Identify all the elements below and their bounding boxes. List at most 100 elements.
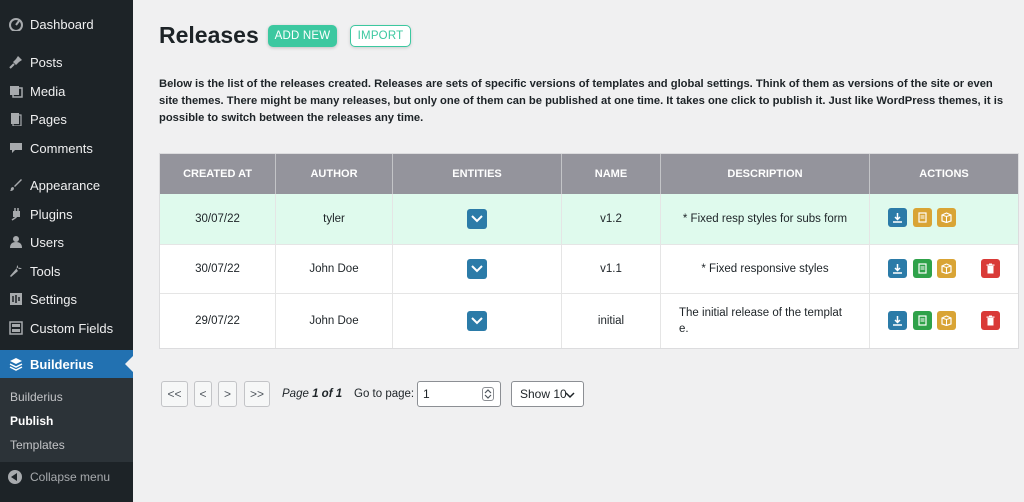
chevron-down-icon: [471, 265, 483, 273]
box-icon: [941, 212, 952, 223]
active-menu-arrow: [125, 356, 133, 372]
publish-document-button[interactable]: [913, 259, 932, 278]
chevron-down-icon: [471, 317, 483, 325]
goto-page-input[interactable]: 1: [417, 381, 501, 407]
cell-entities: [393, 194, 562, 244]
menu-item-builderius[interactable]: Builderius: [0, 350, 133, 378]
cell-description: The initial release of the templat e.: [661, 294, 870, 348]
page-size-value: Show 10: [520, 387, 567, 401]
cell-name: v1.1: [562, 245, 661, 293]
page-current: 1: [312, 388, 319, 400]
delete-button[interactable]: [981, 259, 1000, 278]
cell-actions: [870, 294, 1018, 348]
menu-item-appearance[interactable]: Appearance: [0, 171, 133, 199]
comment-icon: [8, 140, 24, 156]
admin-sidebar: Dashboard Posts Media Pages Comments App…: [0, 0, 133, 502]
page-title: Releases: [159, 22, 259, 48]
table-row: 29/07/22 John Doe initial The initial re…: [160, 293, 1018, 348]
download-button[interactable]: [888, 208, 907, 227]
publish-document-button[interactable]: [913, 208, 932, 227]
layers-icon: [8, 356, 24, 372]
menu-label: Posts: [30, 54, 63, 70]
brush-icon: [8, 177, 24, 193]
import-button[interactable]: IMPORT: [350, 25, 411, 47]
menu-item-posts[interactable]: Posts: [0, 48, 133, 76]
entities-expand-button[interactable]: [467, 259, 487, 279]
wrench-icon: [8, 263, 24, 279]
menu-item-plugins[interactable]: Plugins: [0, 200, 133, 228]
cell-created-at: 30/07/22: [160, 194, 276, 244]
export-box-button[interactable]: [937, 259, 956, 278]
page-size-select[interactable]: Show 10: [511, 381, 584, 407]
cell-created-at: 30/07/22: [160, 245, 276, 293]
cell-author: John Doe: [276, 245, 393, 293]
submenu-item-templates[interactable]: Templates: [10, 438, 65, 452]
box-icon: [941, 263, 952, 274]
releases-table: CREATED AT AUTHOR ENTITIES NAME DESCRIPT…: [159, 153, 1019, 349]
collapse-label: Collapse menu: [30, 470, 111, 484]
menu-item-users[interactable]: Users: [0, 228, 133, 256]
collapse-menu-button[interactable]: Collapse menu: [0, 466, 133, 488]
submenu-item-publish[interactable]: Publish: [10, 414, 53, 428]
menu-item-dashboard[interactable]: Dashboard: [0, 10, 133, 38]
cell-name: initial: [562, 294, 661, 348]
menu-item-settings[interactable]: Settings: [0, 285, 133, 313]
entities-expand-button[interactable]: [467, 209, 487, 229]
goto-page-label: Go to page:: [354, 388, 415, 400]
download-button[interactable]: [888, 259, 907, 278]
first-page-button[interactable]: <<: [161, 381, 188, 407]
page-description: Below is the list of the releases create…: [159, 78, 1004, 124]
document-icon: [918, 212, 927, 223]
menu-label: Settings: [30, 291, 77, 307]
page-of: of: [321, 388, 333, 400]
add-new-button[interactable]: ADD NEW: [268, 25, 337, 47]
description-text: The initial release of the templat e.: [679, 307, 843, 335]
delete-button[interactable]: [981, 311, 1000, 330]
menu-label: Comments: [30, 140, 93, 156]
cell-actions: [870, 245, 1018, 293]
menu-item-comments[interactable]: Comments: [0, 134, 133, 162]
menu-label: Users: [30, 234, 64, 250]
menu-item-pages[interactable]: Pages: [0, 105, 133, 133]
submenu-item-builderius[interactable]: Builderius: [10, 390, 63, 404]
menu-label: Tools: [30, 263, 61, 279]
cell-entities: [393, 294, 562, 348]
menu-label: Plugins: [30, 206, 73, 222]
cell-description: * Fixed resp styles for subs form: [661, 194, 870, 244]
publish-document-button[interactable]: [913, 311, 932, 330]
download-icon: [893, 316, 902, 326]
chevron-down-icon: [471, 215, 483, 223]
menu-label: Custom Fields: [30, 320, 114, 336]
document-icon: [918, 263, 927, 274]
menu-label: Appearance: [30, 177, 101, 193]
download-icon: [893, 264, 902, 274]
last-page-button[interactable]: >>: [244, 381, 270, 407]
dashboard-icon: [8, 16, 24, 32]
menu-item-custom-fields[interactable]: Custom Fields: [0, 314, 133, 342]
menu-label: Builderius: [30, 356, 94, 372]
number-stepper-icon[interactable]: [482, 387, 494, 401]
media-icon: [8, 83, 24, 99]
cell-created-at: 29/07/22: [160, 294, 276, 348]
table-row: 30/07/22 tyler v1.2 * Fixed resp styles …: [160, 194, 1018, 244]
download-button[interactable]: [888, 311, 907, 330]
column-header-entities: ENTITIES: [393, 154, 562, 194]
menu-item-tools[interactable]: Tools: [0, 257, 133, 285]
column-header-description: DESCRIPTION: [661, 154, 870, 194]
pin-icon: [8, 54, 24, 70]
next-page-button[interactable]: >: [218, 381, 237, 407]
export-box-button[interactable]: [937, 311, 956, 330]
prev-page-button[interactable]: <: [194, 381, 212, 407]
user-icon: [8, 234, 24, 250]
table-row: 30/07/22 John Doe v1.1 * Fixed responsiv…: [160, 244, 1018, 293]
page-indicator: Page 1 of 1: [282, 388, 342, 400]
entities-expand-button[interactable]: [467, 311, 487, 331]
cell-description: * Fixed responsive styles: [661, 245, 870, 293]
page-total: 1: [335, 388, 343, 400]
menu-label: Pages: [30, 111, 67, 127]
menu-item-media[interactable]: Media: [0, 77, 133, 105]
menu-label: Media: [30, 83, 66, 99]
trash-icon: [986, 263, 995, 274]
cell-actions: [870, 194, 1018, 244]
export-box-button[interactable]: [937, 208, 956, 227]
